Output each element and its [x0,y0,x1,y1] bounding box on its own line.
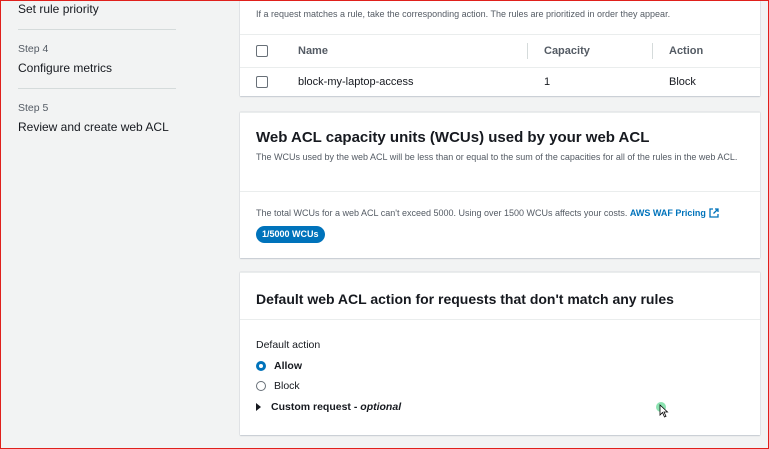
divider [240,191,760,192]
table-row[interactable]: block-my-laptop-access 1 Block [240,66,760,98]
step-review-and-create[interactable]: Step 5 Review and create web ACL [18,102,169,134]
rules-hint: If a request matches a rule, take the co… [256,9,671,19]
column-header-name[interactable]: Name [298,45,328,57]
step-divider [18,88,176,89]
step-number: Step 4 [18,43,49,55]
rules-panel: If a request matches a rule, take the co… [240,0,760,96]
rule-name: block-my-laptop-access [298,76,414,88]
radio-block-label[interactable]: Block [274,380,300,392]
rules-table-header: Name Capacity Action [240,34,760,68]
column-separator [652,43,653,59]
default-action-label: Default action [256,339,321,351]
step-number: Step 5 [18,102,49,114]
wcu-panel: Web ACL capacity units (WCUs) used by yo… [240,112,760,258]
step-title[interactable]: Configure metrics [18,61,112,75]
radio-allow-selected[interactable] [256,361,266,371]
wcu-usage-badge: 1/5000 WCUs [256,226,325,243]
wcu-limit-text-row: The total WCUs for a web ACL can't excee… [256,207,756,220]
wcu-panel-title: Web ACL capacity units (WCUs) used by yo… [256,129,650,146]
default-action-title: Default web ACL action for requests that… [256,291,674,307]
rule-capacity: 1 [544,76,551,88]
caret-right-icon[interactable] [256,403,261,411]
divider [240,319,760,320]
step-divider [18,29,176,30]
cursor-icon [656,402,669,418]
wcu-limit-text: The total WCUs for a web ACL can't excee… [256,208,628,218]
row-checkbox[interactable] [256,76,268,88]
step-set-rule-priority[interactable]: Set rule priority [18,2,99,16]
custom-request-expander[interactable]: Custom request - optional [256,401,401,413]
radio-block[interactable]: Block [256,379,300,393]
external-link-icon[interactable] [709,208,719,218]
custom-request-dash: - [350,401,361,413]
radio-allow-label[interactable]: Allow [274,360,302,372]
wcu-description: The WCUs used by the web ACL will be les… [256,152,738,162]
step-title[interactable]: Review and create web ACL [18,120,169,134]
custom-request-label[interactable]: Custom request [271,401,351,413]
select-all-checkbox[interactable] [256,45,268,57]
step-title[interactable]: Set rule priority [18,2,99,16]
aws-waf-pricing-link[interactable]: AWS WAF Pricing [630,208,719,218]
optional-label: optional [360,401,402,413]
wizard-steps-nav: Set rule priority Step 4 Configure metri… [0,0,190,449]
column-separator [527,43,528,59]
radio-allow[interactable]: Allow [256,359,302,373]
step-configure-metrics[interactable]: Step 4 Configure metrics [18,43,112,75]
column-header-action[interactable]: Action [669,45,703,57]
default-action-panel: Default web ACL action for requests that… [240,272,760,435]
radio-block-unselected[interactable] [256,381,266,391]
rule-action: Block [669,76,696,88]
column-header-capacity[interactable]: Capacity [544,45,590,57]
pricing-link-label[interactable]: AWS WAF Pricing [630,208,706,218]
